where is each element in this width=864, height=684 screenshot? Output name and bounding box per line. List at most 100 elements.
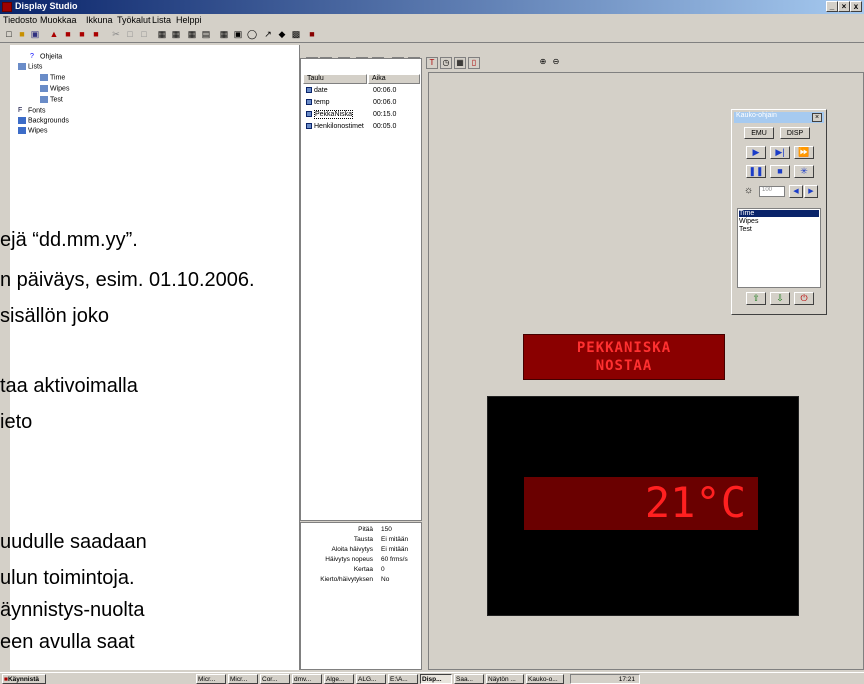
tool-n-icon[interactable]: ▩ [290,28,302,40]
taskbar-item-active[interactable]: Disp... [420,674,452,684]
menu-helppi[interactable]: Helppi [176,15,202,25]
brightness-up-icon[interactable]: ▶ [804,185,818,198]
list-item-selected[interactable]: PekkaNiska [306,110,353,119]
brightness-field[interactable]: 100 [759,186,785,197]
menu-ikkuna[interactable]: Ikkuna [86,15,113,25]
start-button[interactable]: ■Käynnistä [2,674,46,684]
tool-o-icon[interactable]: ■ [306,28,318,40]
restore-button[interactable]: × [838,1,850,12]
cut-icon[interactable]: ✂ [110,28,122,40]
list-item-icon [40,85,48,92]
taskbar-item[interactable]: Micr... [196,674,226,684]
taskbar-item[interactable]: Näytön ... [486,674,524,684]
taskbar-item[interactable]: Cor... [260,674,290,684]
new-file-icon[interactable]: □ [3,28,15,40]
zoom-in-icon[interactable]: ⊕ [537,57,549,69]
menu-muokkaa[interactable]: Muokkaa [40,15,77,25]
taskbar-item[interactable]: Kauko-o... [526,674,564,684]
tree-item-test[interactable]: Test [40,96,63,103]
led-line-2: NOSTAA [595,358,653,374]
taskbar-item[interactable]: Alge... [324,674,354,684]
tool-m-icon[interactable]: ◆ [276,28,288,40]
tree-item-time[interactable]: Time [40,74,65,81]
prop-value[interactable]: 150 [381,526,392,533]
download-icon[interactable]: ⇩ [770,292,790,305]
font-icon: F [18,107,23,114]
remote-list-item-selected[interactable]: Time [739,210,819,217]
taskbar-item[interactable]: Micr... [228,674,258,684]
taskbar-item[interactable]: E:\A... [388,674,418,684]
tool-e-icon[interactable]: ▦ [156,28,168,40]
slide-line-3: sisällön joko [0,305,109,327]
close-button[interactable]: x [850,1,862,12]
tree-item-lists[interactable]: Lists [18,63,42,70]
tool-j-icon[interactable]: ▣ [232,28,244,40]
paste-icon[interactable]: □ [138,28,150,40]
prop-value[interactable]: 60 frms/s [381,556,408,563]
stop-icon[interactable]: ■ [770,165,790,178]
play-icon[interactable]: ▶ [746,146,766,159]
menu-tiedosto[interactable]: Tiedosto [3,15,37,25]
list-item-icon [40,74,48,81]
tool-i-icon[interactable]: ▦ [218,28,230,40]
tab-disp[interactable]: DISP [780,127,810,139]
tree-item-ohjeita[interactable]: ? Ohjeita [30,53,62,60]
remote-list-item[interactable]: Test [739,226,819,233]
prop-value[interactable]: Ei mitään [381,546,408,553]
tool-l-icon[interactable]: ↗ [262,28,274,40]
copy-icon[interactable]: □ [124,28,136,40]
tree-item-wipes[interactable]: Wipes [18,127,47,134]
remote-list-item[interactable]: Wipes [739,218,819,225]
list-item-time: 00:06.0 [373,99,397,106]
list-item[interactable]: date [306,87,328,94]
slide-line-4: taa aktivoimalla [0,375,138,397]
tree-item-wipes-list[interactable]: Wipes [40,85,69,92]
prop-key: Häivytys nopeus [325,556,373,563]
slide-line-1: ejä “dd.mm.yy”. [0,229,138,251]
small-led-display[interactable]: PEKKANISKA NOSTAA [523,334,725,380]
tree-item-fonts[interactable]: F Fonts [18,107,46,114]
fast-forward-icon[interactable]: ⏩ [794,146,814,159]
tab-emu[interactable]: EMU [744,127,774,139]
tree-item-backgrounds[interactable]: Backgrounds [18,117,69,124]
clock-icon[interactable]: ◷ [440,57,452,69]
date-icon[interactable]: ▦ [454,57,466,69]
tool-k-icon[interactable]: ◯ [246,28,258,40]
tool-c-icon[interactable]: ■ [76,28,88,40]
list-item[interactable]: temp [306,99,330,106]
taskbar-item[interactable]: ALG... [356,674,386,684]
remote-close-icon[interactable]: × [812,113,822,122]
app-icon [2,2,12,12]
tool-d-icon[interactable]: ■ [90,28,102,40]
system-tray: 17:21 [570,674,640,684]
column-header-aika[interactable]: Aika [368,74,420,84]
power-icon[interactable]: ⏻ [794,292,814,305]
taskbar-item[interactable]: Saa... [454,674,484,684]
tool-g-icon[interactable]: ▦ [186,28,198,40]
tool-f-icon[interactable]: ▦ [170,28,182,40]
upload-icon[interactable]: ⇧ [746,292,766,305]
tool-h-icon[interactable]: ▤ [200,28,212,40]
zoom-out-icon[interactable]: ⊖ [550,57,562,69]
minimize-button[interactable]: _ [826,1,838,12]
next-icon[interactable]: ▶| [770,146,790,159]
text-red-icon[interactable]: T [426,57,438,69]
brightness-down-icon[interactable]: ◀ [789,185,803,198]
save-icon[interactable]: ▣ [29,28,41,40]
menu-lista[interactable]: Lista [152,15,171,25]
thermometer-icon[interactable]: ▯ [468,57,480,69]
menu-tyokalut[interactable]: Työkalut [117,15,151,25]
taskbar-item[interactable]: dmv... [292,674,322,684]
pause-icon[interactable]: ❚❚ [746,165,766,178]
tool-a-icon[interactable]: ▲ [48,28,60,40]
prop-key: Pitää [358,526,373,533]
prop-value[interactable]: No [381,576,389,583]
column-header-taulu[interactable]: Taulu [303,74,367,84]
snowflake-icon[interactable]: ✳ [794,165,814,178]
list-item[interactable]: Henkilonostimet [306,123,364,130]
prop-value[interactable]: 0 [381,566,385,573]
prop-value[interactable]: Ei mitään [381,536,408,543]
open-folder-icon[interactable]: ■ [16,28,28,40]
tool-b-icon[interactable]: ■ [62,28,74,40]
temperature-field[interactable]: 21°C [524,477,758,530]
